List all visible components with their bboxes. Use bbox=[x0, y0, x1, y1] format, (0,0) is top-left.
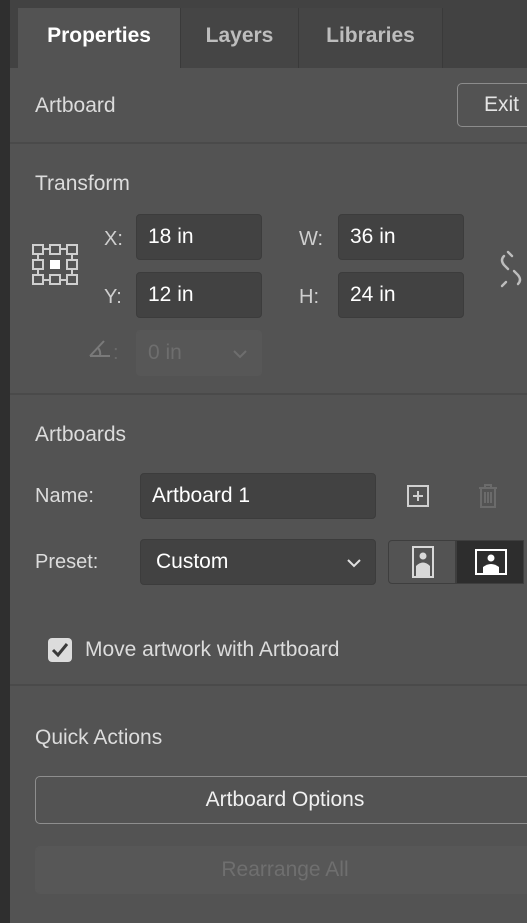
artboard-section-title: Artboard bbox=[35, 94, 116, 117]
tab-properties[interactable]: Properties bbox=[18, 8, 181, 68]
preset-dropdown[interactable]: Custom bbox=[140, 539, 376, 585]
chevron-down-icon bbox=[233, 350, 247, 359]
tab-bar: Properties Layers Libraries bbox=[10, 0, 527, 68]
preset-label: Preset: bbox=[35, 551, 99, 573]
h-input[interactable]: 24 in bbox=[338, 272, 464, 318]
landscape-button[interactable] bbox=[456, 540, 524, 584]
divider bbox=[10, 684, 527, 686]
x-label: X: bbox=[104, 228, 123, 250]
transform-title: Transform bbox=[35, 172, 130, 195]
properties-panel: Properties Layers Libraries Artboard Exi… bbox=[10, 0, 527, 923]
divider bbox=[10, 393, 527, 395]
h-label: H: bbox=[299, 286, 319, 308]
angle-icon bbox=[89, 340, 110, 357]
landscape-icon bbox=[475, 549, 507, 575]
preset-value: Custom bbox=[156, 550, 229, 573]
exit-button[interactable]: Exit bbox=[457, 83, 527, 127]
checkmark-icon bbox=[51, 643, 69, 658]
divider bbox=[10, 142, 527, 144]
artboard-options-button[interactable]: Artboard Options bbox=[35, 776, 527, 824]
name-label: Name: bbox=[35, 485, 94, 507]
reference-point-icon[interactable] bbox=[32, 244, 78, 286]
artboard-name-input[interactable]: Artboard 1 bbox=[140, 473, 376, 519]
angle-label: : bbox=[113, 342, 119, 364]
w-input[interactable]: 36 in bbox=[338, 214, 464, 260]
x-input[interactable]: 18 in bbox=[136, 214, 262, 260]
quick-actions-title: Quick Actions bbox=[35, 726, 163, 749]
delete-artboard-icon bbox=[479, 484, 497, 508]
artboards-title: Artboards bbox=[35, 423, 127, 446]
move-artwork-label: Move artwork with Artboard bbox=[85, 638, 340, 661]
angle-input: 0 in bbox=[136, 330, 262, 376]
y-input[interactable]: 12 in bbox=[136, 272, 262, 318]
chevron-down-icon bbox=[347, 559, 361, 568]
angle-value: 0 in bbox=[148, 341, 182, 364]
portrait-icon bbox=[412, 546, 434, 578]
rearrange-all-button: Rearrange All bbox=[35, 846, 527, 894]
constrain-proportions-icon[interactable] bbox=[498, 250, 527, 290]
y-label: Y: bbox=[104, 286, 122, 308]
w-label: W: bbox=[299, 228, 324, 250]
move-artwork-checkbox[interactable] bbox=[48, 638, 72, 662]
portrait-button[interactable] bbox=[388, 540, 456, 584]
tab-layers[interactable]: Layers bbox=[181, 8, 299, 68]
add-artboard-icon[interactable] bbox=[407, 485, 429, 507]
tab-libraries[interactable]: Libraries bbox=[299, 8, 443, 68]
